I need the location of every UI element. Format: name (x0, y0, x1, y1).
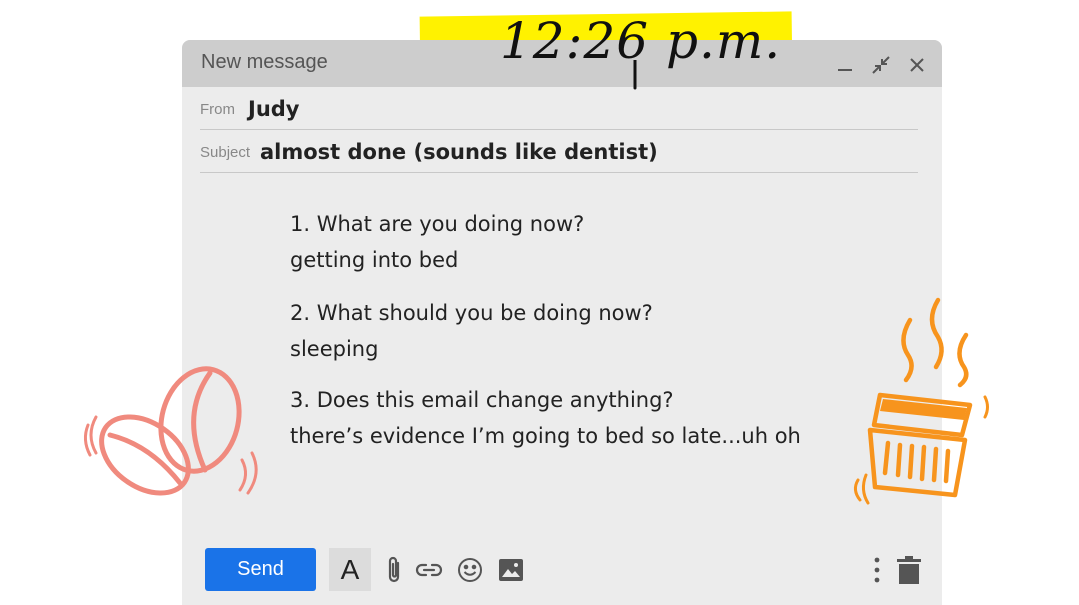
window-title: New message (201, 51, 328, 73)
emoji-icon[interactable] (455, 555, 485, 585)
answer-text: there’s evidence I’m going to bed so lat… (290, 424, 801, 448)
from-label: From (200, 101, 235, 118)
more-icon[interactable] (870, 554, 884, 586)
answer-text: sleeping (290, 337, 379, 361)
handwriting-stroke (633, 60, 637, 90)
answer-text: getting into bed (290, 248, 459, 272)
coffee-cup-illustration (853, 297, 989, 505)
question-text: 1. What are you doing now? (290, 212, 585, 236)
close-icon[interactable] (906, 54, 928, 76)
subject-label: Subject (200, 144, 251, 161)
question-text: 3. Does this email change anything? (290, 388, 674, 412)
attach-icon[interactable] (381, 554, 407, 586)
from-value[interactable]: Judy (248, 97, 300, 121)
subject-value[interactable]: almost done (sounds like dentist) (260, 140, 658, 164)
from-row: From Judy (200, 88, 918, 130)
subject-row: Subject almost done (sounds like dentist… (200, 130, 918, 173)
link-icon[interactable] (414, 556, 444, 584)
collapse-icon[interactable] (870, 54, 892, 76)
qa-item: 1. What are you doing now? getting into … (290, 206, 584, 278)
trash-icon[interactable] (894, 554, 924, 586)
coffee-beans-illustration (83, 366, 258, 496)
timestamp: 12:26 p.m. (500, 12, 782, 70)
format-text-label: A (340, 553, 360, 585)
image-icon[interactable] (497, 556, 525, 584)
minimize-icon[interactable] (834, 54, 856, 76)
send-button[interactable]: Send (205, 548, 316, 591)
format-text-button[interactable]: A (329, 548, 371, 591)
qa-item: 3. Does this email change anything? ther… (290, 382, 801, 454)
compose-window: New message From Judy Subject almost don… (182, 40, 942, 605)
qa-item: 2. What should you be doing now? sleepin… (290, 295, 653, 367)
question-text: 2. What should you be doing now? (290, 301, 653, 325)
